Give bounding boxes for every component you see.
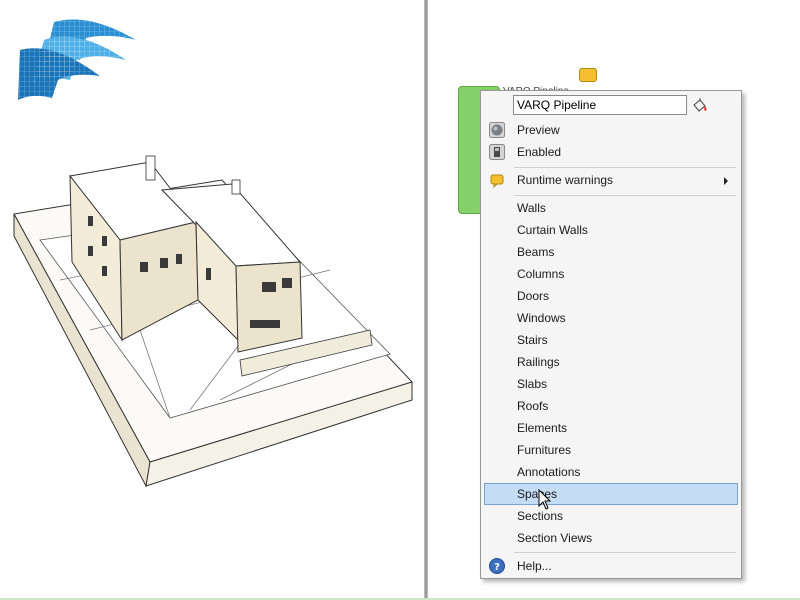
menu-item-label: Runtime warnings xyxy=(517,173,614,187)
menu-item-label: Annotations xyxy=(517,465,581,479)
menu-item-preview[interactable]: Preview xyxy=(484,119,738,141)
help-icon: ? xyxy=(489,558,505,574)
context-menu: VARQ Pipeline Preview Enabled Runtime wa… xyxy=(480,90,742,579)
menu-item-label: Curtain Walls xyxy=(517,223,588,237)
mouse-cursor-icon xyxy=(538,489,552,510)
menu-item-help[interactable]: ? Help... xyxy=(484,555,738,577)
menu-item-label: Section Views xyxy=(517,531,593,545)
menu-item-label: Beams xyxy=(517,245,555,259)
menu-item-sections[interactable]: Sections xyxy=(484,505,738,527)
menu-item-label: Doors xyxy=(517,289,550,303)
runtime-warning-balloon-icon[interactable] xyxy=(579,68,597,82)
menu-item-label: Walls xyxy=(517,201,546,215)
menu-item-walls[interactable]: Walls xyxy=(484,197,738,219)
menu-separator xyxy=(514,167,736,168)
app-logo-icon xyxy=(18,19,136,100)
menu-item-windows[interactable]: Windows xyxy=(484,307,738,329)
menu-item-railings[interactable]: Railings xyxy=(484,351,738,373)
menu-item-annotations[interactable]: Annotations xyxy=(484,461,738,483)
svg-text:?: ? xyxy=(494,562,500,573)
warning-balloon-icon xyxy=(490,174,504,188)
menu-item-slabs[interactable]: Slabs xyxy=(484,373,738,395)
menu-item-label: Preview xyxy=(517,123,560,137)
menu-item-label: Stairs xyxy=(517,333,548,347)
menu-item-label: Elements xyxy=(517,421,568,435)
menu-item-elements[interactable]: Elements xyxy=(484,417,738,439)
menu-item-label: Furnitures xyxy=(517,443,572,457)
menu-item-label: Help... xyxy=(517,559,552,573)
menu-item-label: Roofs xyxy=(517,399,549,413)
menu-item-curtain-walls[interactable]: Curtain Walls xyxy=(484,219,738,241)
preview-sphere-icon xyxy=(489,122,505,138)
menu-item-label: Slabs xyxy=(517,377,548,391)
menu-item-label: Columns xyxy=(517,267,565,281)
menu-item-beams[interactable]: Beams xyxy=(484,241,738,263)
menu-item-section-views[interactable]: Section Views xyxy=(484,527,738,549)
menu-item-label: Railings xyxy=(517,355,560,369)
paint-bucket-icon[interactable] xyxy=(691,97,709,115)
3d-viewport[interactable] xyxy=(0,0,424,600)
component-name-field[interactable]: VARQ Pipeline xyxy=(513,95,687,115)
menu-item-roofs[interactable]: Roofs xyxy=(484,395,738,417)
menu-item-label: Windows xyxy=(517,311,566,325)
menu-item-columns[interactable]: Columns xyxy=(484,263,738,285)
menu-item-spaces[interactable]: Spaces xyxy=(484,483,738,505)
menu-item-stairs[interactable]: Stairs xyxy=(484,329,738,351)
submenu-arrow-icon xyxy=(724,177,728,185)
menu-item-furnitures[interactable]: Furnitures xyxy=(484,439,738,461)
menu-item-enabled[interactable]: Enabled xyxy=(484,141,738,163)
menu-item-runtime-warnings[interactable]: Runtime warnings xyxy=(484,169,738,191)
menu-item-label: Enabled xyxy=(517,145,562,159)
menu-item-doors[interactable]: Doors xyxy=(484,285,738,307)
enabled-icon xyxy=(489,144,505,160)
menu-separator xyxy=(514,552,736,553)
building-model[interactable] xyxy=(0,140,424,500)
menu-separator xyxy=(514,195,736,196)
